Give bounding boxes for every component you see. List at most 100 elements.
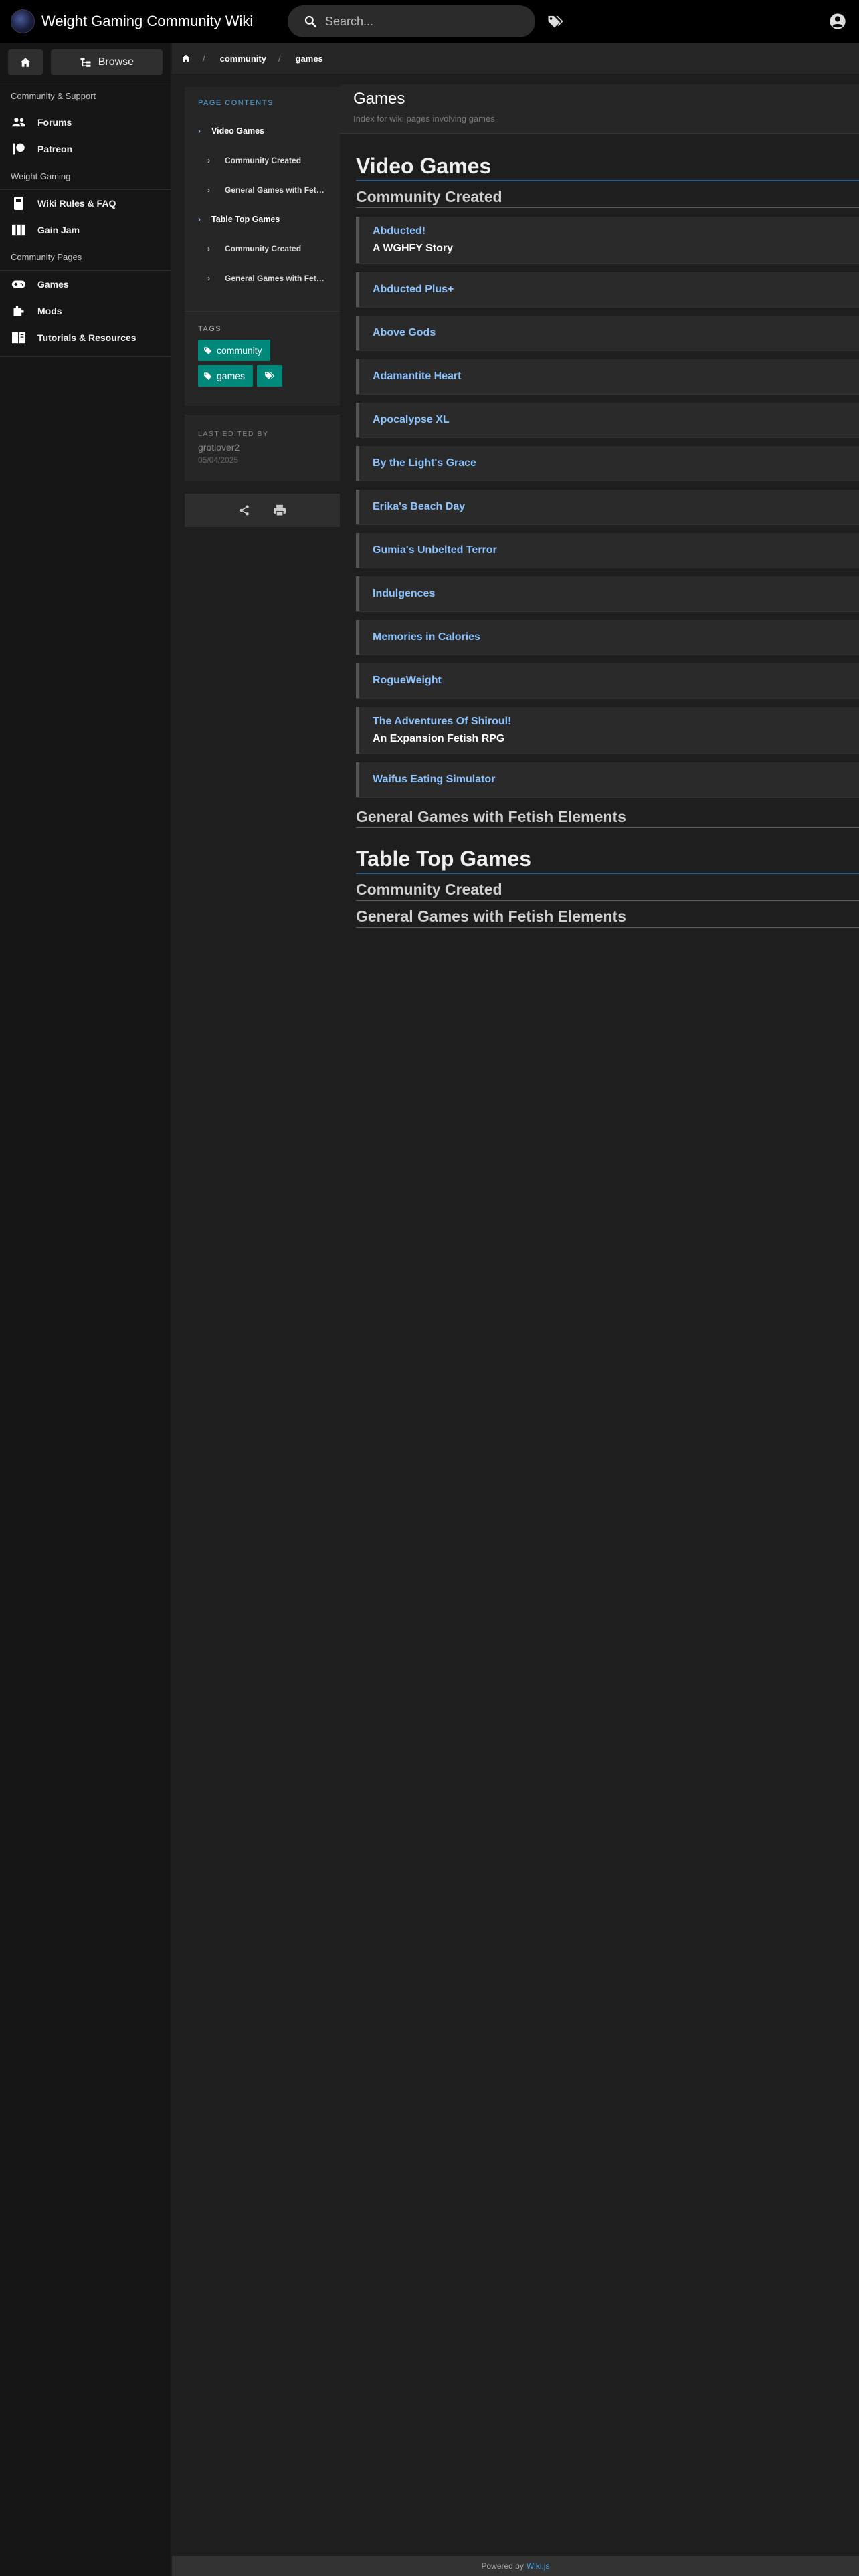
section-heading: Video Games	[356, 154, 859, 181]
game-link[interactable]: Indulgences	[373, 588, 859, 600]
nav-section-header: Weight Gaming	[11, 171, 71, 181]
editor-name: grotlover2	[198, 442, 240, 453]
share-icon[interactable]	[238, 504, 250, 516]
subsection-heading: Community Created	[356, 188, 859, 208]
chevron-right-icon: ›	[207, 156, 210, 165]
browse-button[interactable]: Browse	[50, 49, 163, 75]
footer: Powered by Wiki.js	[172, 2556, 859, 2576]
sidebar-item-tutorials[interactable]: Tutorials & Resources	[0, 324, 171, 351]
breadcrumb-item[interactable]: community	[220, 53, 266, 64]
toc-item[interactable]: › Table Top Games	[198, 205, 328, 234]
game-link[interactable]: RogueWeight	[373, 675, 859, 687]
game-card[interactable]: Above Gods	[356, 316, 859, 350]
page-actions	[185, 494, 340, 527]
game-link[interactable]: By the Light's Grace	[373, 457, 859, 469]
sidebar-item-gain-jam[interactable]: Gain Jam	[0, 217, 171, 243]
last-edited-panel: Last edited by grotlover2 05/04/2025	[185, 415, 340, 481]
breadcrumb-separator: /	[278, 53, 281, 64]
chevron-right-icon: ›	[207, 274, 210, 283]
sidebar-item-label: Patreon	[37, 144, 73, 154]
tags-label: Tags	[198, 325, 222, 333]
game-card[interactable]: Abducted! A WGHFY Story	[356, 217, 859, 263]
search-bar[interactable]	[288, 5, 535, 37]
game-link[interactable]: Memories in Calories	[373, 631, 859, 643]
powered-by-text: Powered by	[481, 2561, 524, 2571]
search-icon	[304, 15, 316, 27]
toc-item[interactable]: ›General Games with Fetish Elements	[198, 263, 328, 293]
game-card[interactable]: Waifus Eating Simulator	[356, 762, 859, 797]
top-bar: Weight Gaming Community Wiki	[0, 0, 859, 43]
game-link[interactable]: Gumia's Unbelted Terror	[373, 544, 859, 556]
book-icon	[11, 195, 27, 211]
toc-item[interactable]: ›General Games with Fetish Elements	[198, 175, 328, 205]
home-button[interactable]	[8, 49, 43, 75]
toc-item[interactable]: › Video Games	[198, 116, 328, 146]
wikijs-link[interactable]: Wiki.js	[527, 2561, 550, 2571]
print-icon[interactable]	[273, 504, 286, 516]
chevron-right-icon: ›	[198, 126, 201, 136]
game-card[interactable]: Indulgences	[356, 576, 859, 611]
game-card[interactable]: Erika's Beach Day	[356, 490, 859, 524]
tag-chip[interactable]: community	[198, 340, 270, 361]
game-link[interactable]: Above Gods	[373, 327, 859, 339]
sidebar-item-patreon[interactable]: Patreon	[0, 136, 171, 163]
game-link[interactable]: Adamantite Heart	[373, 370, 859, 383]
game-link[interactable]: Abducted!	[373, 225, 859, 237]
tag-chip[interactable]: games	[198, 365, 254, 387]
sidebar-item-label: Forums	[37, 117, 72, 128]
tags-panel: Tags community games	[185, 311, 340, 406]
subsection-heading: General Games with Fetish Elements	[356, 808, 859, 828]
sidebar-item-games[interactable]: Games	[0, 271, 171, 298]
sidebar-item-mods[interactable]: Mods	[0, 298, 171, 324]
game-card[interactable]: Memories in Calories	[356, 620, 859, 655]
game-card[interactable]: By the Light's Grace	[356, 446, 859, 481]
game-link[interactable]: Apocalypse XL	[373, 414, 859, 426]
tag-icon	[204, 347, 212, 354]
chevron-right-icon: ›	[207, 244, 210, 253]
sidebar-item-label: Gain Jam	[37, 225, 80, 235]
breadcrumb-item[interactable]: games	[296, 53, 323, 64]
site-title[interactable]: Weight Gaming Community Wiki	[41, 13, 253, 30]
people-icon	[11, 114, 27, 130]
game-link[interactable]: Waifus Eating Simulator	[373, 774, 859, 786]
sidebar-item-forums[interactable]: Forums	[0, 109, 171, 136]
page-header: Games Index for wiki pages involving gam…	[340, 84, 859, 134]
game-subtitle: An Expansion Fetish RPG	[373, 733, 505, 744]
game-card[interactable]: The Adventures Of Shiroul! An Expansion …	[356, 707, 859, 754]
game-card[interactable]: Abducted Plus+	[356, 272, 859, 307]
game-card[interactable]: RogueWeight	[356, 663, 859, 698]
tag-icon	[204, 372, 212, 380]
game-card[interactable]: Apocalypse XL	[356, 403, 859, 437]
home-icon[interactable]	[181, 53, 191, 63]
search-input[interactable]	[325, 14, 512, 29]
sidebar-item-label: Wiki Rules & FAQ	[37, 198, 116, 209]
breadcrumb-separator: /	[203, 53, 205, 64]
game-card[interactable]: Gumia's Unbelted Terror	[356, 533, 859, 568]
tags-icon[interactable]	[546, 12, 565, 31]
sidebar-item-wiki-rules[interactable]: Wiki Rules & FAQ	[0, 190, 171, 217]
sidebar-nav: Browse Community & Support Forums Patreo…	[0, 43, 171, 2576]
tree-icon	[80, 58, 91, 67]
breadcrumb: / community / games	[172, 43, 859, 74]
nav-section-header: Community & Support	[11, 90, 96, 101]
account-icon[interactable]	[828, 12, 847, 31]
site-logo[interactable]	[11, 9, 35, 33]
subsection-heading: Community Created	[356, 881, 859, 901]
game-card[interactable]: Adamantite Heart	[356, 359, 859, 394]
game-link[interactable]: Abducted Plus+	[373, 284, 859, 296]
sidebar-item-label: Tutorials & Resources	[37, 332, 136, 343]
toc-label: Page Contents	[198, 99, 274, 107]
page-title: Games	[353, 90, 405, 108]
sidebar-item-label: Mods	[37, 306, 62, 316]
edit-date: 05/04/2025	[198, 455, 239, 465]
toc-item[interactable]: › Community Created	[198, 146, 328, 175]
plugin-icon	[11, 303, 27, 319]
chevron-right-icon: ›	[198, 215, 201, 224]
tags-icon	[265, 372, 275, 379]
chevron-right-icon: ›	[207, 185, 210, 195]
game-link[interactable]: The Adventures Of Shiroul!	[373, 716, 859, 728]
game-link[interactable]: Erika's Beach Day	[373, 501, 859, 513]
gamepad-icon	[11, 276, 27, 292]
toc-item[interactable]: › Community Created	[198, 234, 328, 263]
all-tags-button[interactable]	[257, 365, 283, 387]
